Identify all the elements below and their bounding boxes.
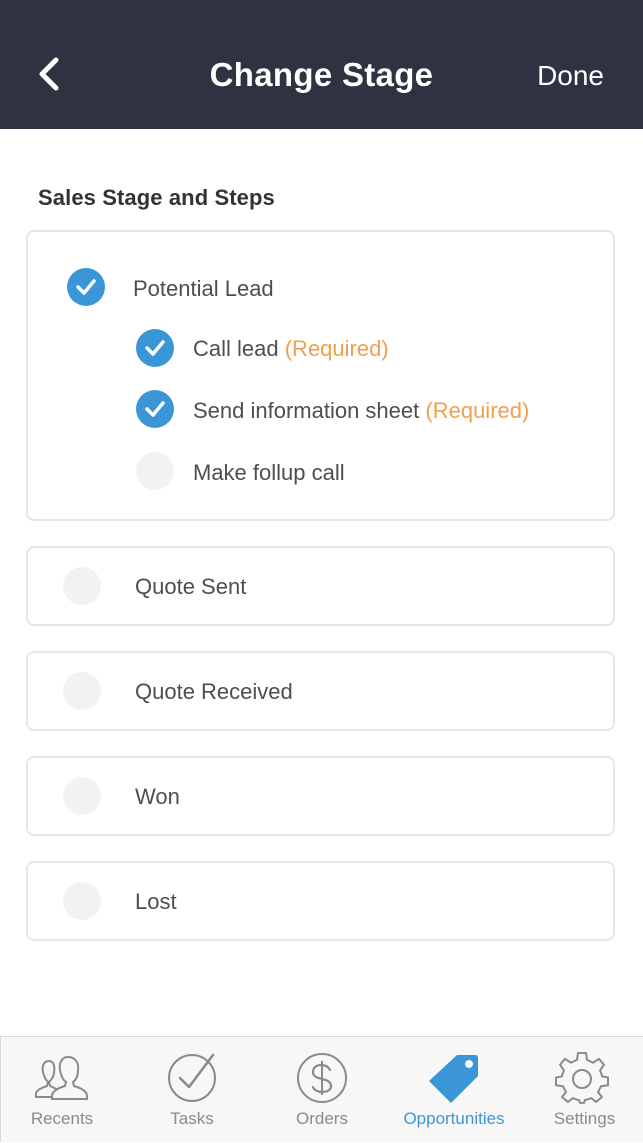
step-checkbox-followup-call[interactable] bbox=[136, 452, 174, 490]
stage-label-lost: Lost bbox=[135, 889, 177, 914]
people-icon bbox=[35, 1051, 89, 1105]
stage-card-won[interactable]: Won bbox=[26, 756, 615, 836]
checkmark-icon bbox=[145, 401, 165, 417]
section-title: Sales Stage and Steps bbox=[38, 185, 275, 210]
tab-tasks[interactable]: Tasks bbox=[123, 1037, 261, 1143]
stage-label-won: Won bbox=[135, 784, 180, 809]
checkmark-icon bbox=[145, 340, 165, 356]
stage-checkbox-won[interactable] bbox=[63, 777, 101, 815]
tab-label-recents: Recents bbox=[30, 1109, 94, 1128]
header-bar: Change Stage Done bbox=[0, 0, 643, 129]
required-tag: (Required) bbox=[284, 336, 389, 361]
checkmark-icon bbox=[76, 279, 96, 295]
step-label-followup-call[interactable]: Make follup call bbox=[193, 460, 345, 486]
required-tag: (Required) bbox=[425, 398, 530, 423]
stage-card-quote-received[interactable]: Quote Received bbox=[26, 651, 615, 731]
tab-label-settings: Settings bbox=[553, 1109, 616, 1128]
tab-recents[interactable]: Recents bbox=[1, 1037, 123, 1143]
check-circle-icon bbox=[165, 1051, 219, 1105]
stage-checkbox-potential-lead[interactable] bbox=[67, 268, 105, 306]
tab-bar: Recents Tasks Orders Opportunities Setti… bbox=[0, 1036, 643, 1142]
step-text: Call lead bbox=[193, 336, 279, 361]
step-text: Make follup call bbox=[193, 460, 345, 485]
step-label-send-info-sheet[interactable]: Send information sheet (Required) bbox=[193, 398, 529, 424]
tab-label-opportunities: Opportunities bbox=[403, 1109, 505, 1128]
stage-checkbox-quote-received[interactable] bbox=[63, 672, 101, 710]
tab-label-orders: Orders bbox=[296, 1109, 348, 1128]
tab-orders[interactable]: Orders bbox=[261, 1037, 383, 1143]
step-text: Send information sheet bbox=[193, 398, 420, 423]
gear-icon bbox=[555, 1051, 609, 1105]
step-label-call-lead[interactable]: Call lead (Required) bbox=[193, 336, 389, 362]
step-checkbox-call-lead[interactable] bbox=[136, 329, 174, 367]
stage-checkbox-lost[interactable] bbox=[63, 882, 101, 920]
dollar-circle-icon bbox=[295, 1051, 349, 1105]
step-checkbox-send-info-sheet[interactable] bbox=[136, 390, 174, 428]
tag-icon bbox=[427, 1051, 481, 1105]
stage-label-potential-lead[interactable]: Potential Lead bbox=[133, 276, 274, 302]
done-button[interactable]: Done bbox=[537, 60, 604, 92]
stage-label-quote-received: Quote Received bbox=[135, 679, 293, 704]
tab-label-tasks: Tasks bbox=[170, 1109, 214, 1128]
tab-opportunities[interactable]: Opportunities bbox=[383, 1037, 525, 1143]
stage-card-lost[interactable]: Lost bbox=[26, 861, 615, 941]
stage-checkbox-quote-sent[interactable] bbox=[63, 567, 101, 605]
stage-card-potential-lead: Potential Lead Call lead (Required) Send… bbox=[26, 230, 615, 521]
stage-card-quote-sent[interactable]: Quote Sent bbox=[26, 546, 615, 626]
stage-label-quote-sent: Quote Sent bbox=[135, 574, 247, 599]
tab-settings[interactable]: Settings bbox=[525, 1037, 643, 1143]
